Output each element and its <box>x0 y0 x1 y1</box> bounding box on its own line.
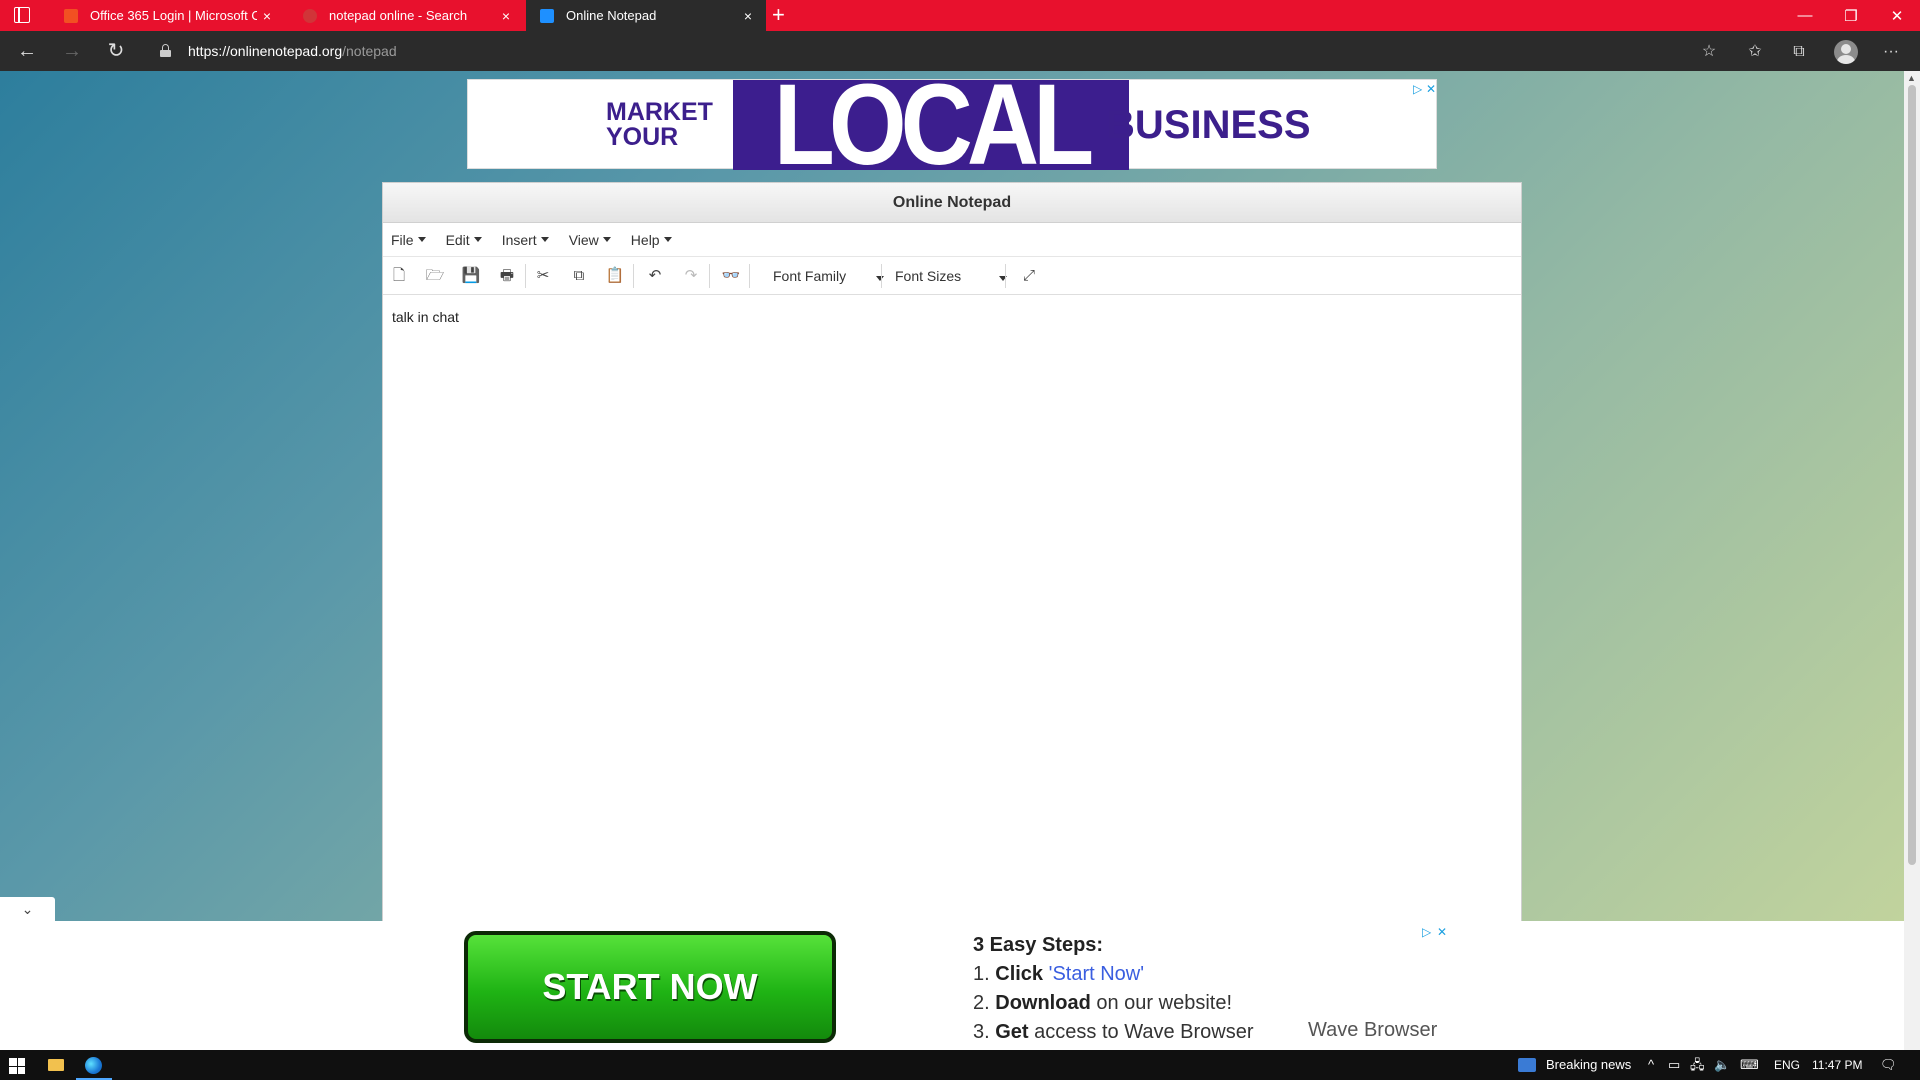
notification-center-icon[interactable]: 🗨 <box>1880 1055 1897 1075</box>
tab-online-notepad[interactable]: Online Notepad × <box>526 0 766 31</box>
refresh-button[interactable]: ↻ <box>104 39 128 63</box>
notepad-toolbar: 🗋 🗁 💾 🖶 ✂ ⧉ 📋 ↶ ↷ 👓 Font Family Font Siz… <box>383 257 1521 295</box>
copy-icon[interactable]: ⧉ <box>569 266 589 286</box>
tab-actions-icon[interactable] <box>14 7 30 23</box>
tab-notepad-search[interactable]: notepad online - Search × <box>289 0 524 31</box>
ad-choices-icon[interactable]: ▷ <box>1413 82 1422 96</box>
collections-icon[interactable]: ⧉ <box>1788 41 1810 63</box>
add-favorite-icon[interactable]: ☆ <box>1698 41 1720 63</box>
caret-down-icon <box>540 237 549 242</box>
page-viewport: MARKET YOUR LOCAL BUSINESS ▷ ✕ Online Not… <box>0 71 1904 921</box>
close-tab-icon[interactable]: × <box>257 8 277 24</box>
edge-browser-icon[interactable] <box>85 1057 102 1074</box>
caret-down-icon <box>417 237 426 242</box>
toolbar-divider <box>525 264 526 288</box>
profile-avatar[interactable] <box>1834 40 1858 64</box>
close-window-button[interactable]: ✕ <box>1874 0 1920 31</box>
menu-insert[interactable]: Insert <box>502 232 549 248</box>
more-menu-icon[interactable]: ··· <box>1880 41 1902 63</box>
menu-file[interactable]: File <box>391 232 426 248</box>
toolbar-divider <box>881 264 882 288</box>
tab-title: Online Notepad <box>566 8 657 23</box>
close-tab-icon[interactable]: × <box>496 8 516 24</box>
news-widget-icon[interactable] <box>1518 1058 1536 1072</box>
new-tab-button[interactable]: + <box>772 3 785 27</box>
ad-market-text: MARKET YOUR <box>606 98 713 151</box>
ad-local-text: LOCAL <box>733 80 1129 170</box>
font-family-dropdown[interactable]: Font Family <box>773 266 885 286</box>
wave-browser-brand: Wave Browser <box>1308 1019 1438 1041</box>
fullscreen-icon[interactable]: ⤢ <box>1019 266 1039 286</box>
redo-icon[interactable]: ↷ <box>681 266 701 286</box>
menu-view[interactable]: View <box>569 232 611 248</box>
show-hidden-icons-chevron-icon[interactable]: ^ <box>1648 1055 1654 1075</box>
tab-office-365[interactable]: Office 365 Login | Microsoft Offi × <box>50 0 285 31</box>
caret-down-icon <box>602 237 611 242</box>
paste-icon[interactable]: 📋 <box>605 266 625 286</box>
undo-icon[interactable]: ↶ <box>645 266 665 286</box>
office-favicon-icon <box>64 8 78 23</box>
notepad-window: Online Notepad File Edit Insert View Hel… <box>382 182 1522 921</box>
news-widget-label[interactable]: Breaking news <box>1546 1055 1631 1075</box>
meet-now-icon[interactable]: ▭ <box>1668 1055 1680 1075</box>
toolbar-divider <box>709 264 710 288</box>
menu-edit[interactable]: Edit <box>446 232 482 248</box>
scrollbar-thumb[interactable] <box>1908 85 1916 865</box>
lock-icon[interactable] <box>160 44 171 57</box>
favorites-icon[interactable]: ✩ <box>1744 41 1766 63</box>
toolbar-divider <box>1005 264 1006 288</box>
cut-icon[interactable]: ✂ <box>533 266 553 286</box>
menu-help[interactable]: Help <box>631 232 672 248</box>
caret-down-icon <box>473 237 482 242</box>
file-explorer-icon[interactable] <box>48 1059 64 1071</box>
language-indicator[interactable]: ENG <box>1774 1055 1800 1075</box>
volume-icon[interactable]: 🔈 <box>1714 1055 1730 1075</box>
page-scrollbar[interactable]: ▲ <box>1904 71 1920 1050</box>
address-field[interactable]: https://onlinenotepad.org/notepad <box>188 43 397 59</box>
ad-choices-icon[interactable]: ▷ <box>1422 925 1431 939</box>
notepad-menubar: File Edit Insert View Help <box>383 223 1521 257</box>
toolbar-divider <box>633 264 634 288</box>
save-icon[interactable]: 💾 <box>461 266 481 286</box>
minimize-button[interactable]: — <box>1782 0 1828 31</box>
clock[interactable]: 11:47 PM <box>1812 1055 1862 1075</box>
font-sizes-dropdown[interactable]: Font Sizes <box>895 266 1008 286</box>
restore-button[interactable]: ❐ <box>1828 0 1874 31</box>
search-favicon-icon <box>303 8 317 23</box>
tab-bar: Office 365 Login | Microsoft Offi × note… <box>0 0 1920 31</box>
banner-ad-top[interactable]: MARKET YOUR LOCAL BUSINESS ▷ ✕ <box>467 79 1437 170</box>
toolbar-divider <box>749 264 750 288</box>
find-binoculars-icon[interactable]: 👓 <box>721 266 741 286</box>
notepad-title: Online Notepad <box>383 183 1521 223</box>
ad-steps-text: 3 Easy Steps: 1. Click 'Start Now' 2. Do… <box>973 934 1254 1043</box>
ad-close-icon[interactable]: ✕ <box>1426 82 1436 96</box>
address-toolbar: ← → ↻ https://onlinenotepad.org/notepad … <box>0 31 1920 71</box>
tab-title: notepad online - Search <box>329 8 468 23</box>
keyboard-icon[interactable]: ⌨ <box>1740 1055 1759 1075</box>
notepad-favicon-icon <box>540 8 554 23</box>
start-now-button[interactable]: START NOW <box>464 931 836 1043</box>
scroll-up-arrow-icon[interactable]: ▲ <box>1907 73 1916 83</box>
print-icon[interactable]: 🖶 <box>497 266 517 286</box>
open-file-icon[interactable]: 🗁 <box>425 266 445 286</box>
network-icon[interactable]: 🖧 <box>1690 1055 1705 1075</box>
ad-business-text: BUSINESS <box>1106 103 1311 147</box>
caret-down-icon <box>663 237 672 242</box>
notepad-text-area[interactable]: talk in chat <box>392 309 459 325</box>
new-document-icon[interactable]: 🗋 <box>389 266 409 286</box>
collapse-ad-button[interactable]: ⌄ <box>0 897 55 921</box>
windows-start-icon[interactable] <box>9 1058 25 1074</box>
close-tab-icon[interactable]: × <box>738 8 758 24</box>
windows-taskbar: Breaking news ^ ▭ 🖧 🔈 ⌨ ENG 11:47 PM 🗨 <box>0 1050 1920 1080</box>
banner-ad-bottom[interactable]: START NOW 3 Easy Steps: 1. Click 'Start … <box>460 921 1455 1050</box>
ad-close-icon[interactable]: ✕ <box>1437 925 1447 939</box>
back-button[interactable]: ← <box>15 39 39 63</box>
forward-button[interactable]: → <box>60 39 84 63</box>
tab-title: Office 365 Login | Microsoft Offi <box>90 8 257 23</box>
